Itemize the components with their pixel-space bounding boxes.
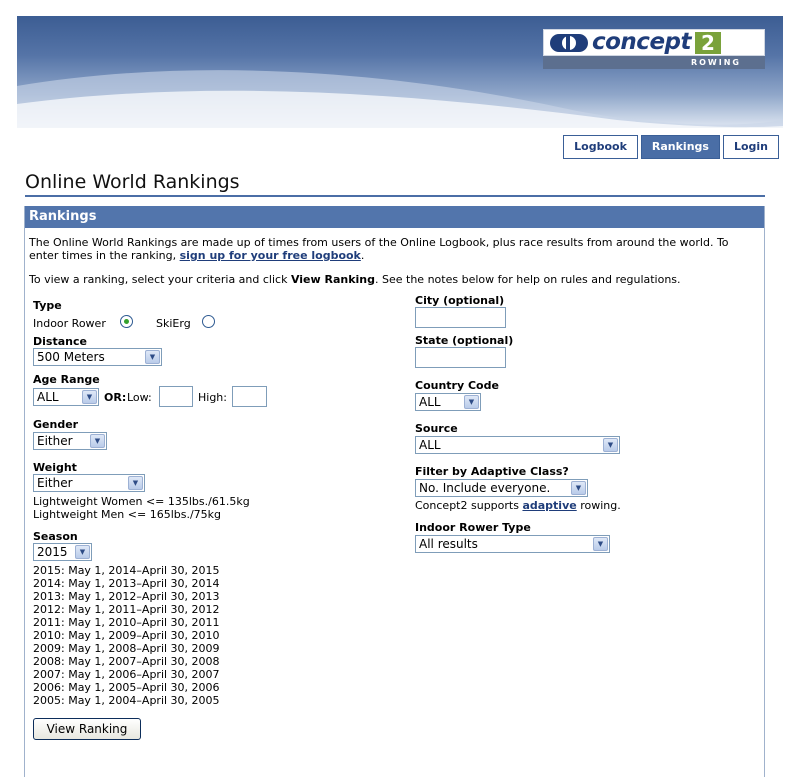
nav-login[interactable]: Login [722,135,779,159]
type-indoor-rower-radio[interactable] [120,315,133,328]
signup-logbook-link[interactable]: sign up for your free logbook [180,249,361,262]
type-option-indoor-rower-label: Indoor Rower [33,317,106,330]
season-label: Season [33,530,78,543]
season-item: 2013: May 1, 2012–April 30, 2013 [33,590,220,603]
chevron-down-icon: ▼ [571,481,586,495]
age-high-label: High: [198,391,227,404]
adaptive-note-pre: Concept2 supports [415,499,523,512]
season-item: 2015: May 1, 2014–April 30, 2015 [33,564,220,577]
type-skierg-radio[interactable] [202,315,215,328]
logo-number: 2 [695,31,722,55]
type-option-skierg-label: SkiErg [156,317,191,330]
country-code-value: ALL [419,395,441,409]
distance-select[interactable]: 500 Meters ▼ [33,348,162,366]
country-code-label: Country Code [415,379,499,392]
weight-note-women: Lightweight Women <= 135lbs./61.5kg [33,495,250,508]
season-item: 2006: May 1, 2005–April 30, 2006 [33,681,220,694]
season-item: 2010: May 1, 2009–April 30, 2010 [33,629,220,642]
indoor-rower-type-select[interactable]: All results ▼ [415,535,610,553]
state-input[interactable] [415,347,506,368]
view-ranking-button[interactable]: View Ranking [33,718,141,740]
chevron-down-icon: ▼ [75,545,90,559]
header-banner: concept 2 ROWING [17,16,783,128]
distance-label: Distance [33,335,87,348]
age-low-input[interactable] [159,386,193,407]
gender-select[interactable]: Either ▼ [33,432,107,450]
gender-value: Either [37,434,73,448]
nav-rankings[interactable]: Rankings [640,135,720,159]
adaptive-class-label: Filter by Adaptive Class? [415,465,569,478]
chevron-down-icon: ▼ [128,476,143,490]
season-item: 2014: May 1, 2013–April 30, 2014 [33,577,220,590]
state-label: State (optional) [415,334,514,347]
age-low-label: Low: [127,391,152,404]
season-select[interactable]: 2015 ▼ [33,543,92,561]
adaptive-note: Concept2 supports adaptive rowing. [415,499,621,512]
source-select[interactable]: ALL ▼ [415,436,620,454]
chevron-down-icon: ▼ [145,350,160,364]
chevron-down-icon: ▼ [603,438,618,452]
season-item: 2011: May 1, 2010–April 30, 2011 [33,616,220,629]
chevron-down-icon: ▼ [82,390,97,404]
criteria-pre: To view a ranking, select your criteria … [29,273,291,286]
age-range-value: ALL [37,390,59,404]
intro-text: The Online World Rankings are made up of… [29,236,761,262]
intro-end: . [360,249,365,262]
weight-select[interactable]: Either ▼ [33,474,145,492]
adaptive-note-post: rowing. [576,499,621,512]
city-input[interactable] [415,307,506,328]
season-item: 2012: May 1, 2011–April 30, 2012 [33,603,220,616]
age-high-input[interactable] [232,386,267,407]
distance-value: 500 Meters [37,350,105,364]
criteria-instructions: To view a ranking, select your criteria … [29,273,761,286]
page-title: Online World Rankings [25,171,765,197]
weight-label: Weight [33,461,77,474]
intro-body: The Online World Rankings are made up of… [29,236,729,262]
city-label: City (optional) [415,294,505,307]
concept2-logo[interactable]: concept 2 ROWING [543,29,765,71]
adaptive-link[interactable]: adaptive [522,499,576,512]
age-or-label: OR: [104,391,127,404]
gender-label: Gender [33,418,79,431]
indoor-rower-type-value: All results [419,537,478,551]
season-value: 2015 [37,545,68,559]
weight-value: Either [37,476,73,490]
type-label: Type [33,299,62,312]
chevron-down-icon: ▼ [593,537,608,551]
country-code-select[interactable]: ALL ▼ [415,393,481,411]
indoor-rower-type-label: Indoor Rower Type [415,521,531,534]
age-range-select[interactable]: ALL ▼ [33,388,99,406]
season-item: 2008: May 1, 2007–April 30, 2008 [33,655,220,668]
criteria-bold: View Ranking [290,273,376,286]
adaptive-class-value: No. Include everyone. [419,481,551,495]
chevron-down-icon: ▼ [90,434,105,448]
age-range-label: Age Range [33,373,100,386]
season-item: 2005: May 1, 2004–April 30, 2005 [33,694,220,707]
logo-wordmark: concept [592,29,692,55]
criteria-post: . See the notes below for help on rules … [375,273,681,286]
source-value: ALL [419,438,441,452]
top-nav: Logbook Rankings Login [563,135,779,159]
nav-logbook[interactable]: Logbook [563,135,638,159]
logo-subtitle: ROWING [543,56,765,69]
adaptive-class-select[interactable]: No. Include everyone. ▼ [415,479,588,497]
source-label: Source [415,422,458,435]
weight-note-men: Lightweight Men <= 165lbs./75kg [33,508,222,521]
rankings-panel: Rankings The Online World Rankings are m… [24,206,765,777]
chevron-down-icon: ▼ [464,395,479,409]
panel-heading: Rankings [25,206,764,228]
season-list: 2015: May 1, 2014–April 30, 2015 2014: M… [33,564,220,707]
concept2-c-mark-icon [548,32,590,54]
season-item: 2009: May 1, 2008–April 30, 2009 [33,642,220,655]
season-item: 2007: May 1, 2006–April 30, 2007 [33,668,220,681]
